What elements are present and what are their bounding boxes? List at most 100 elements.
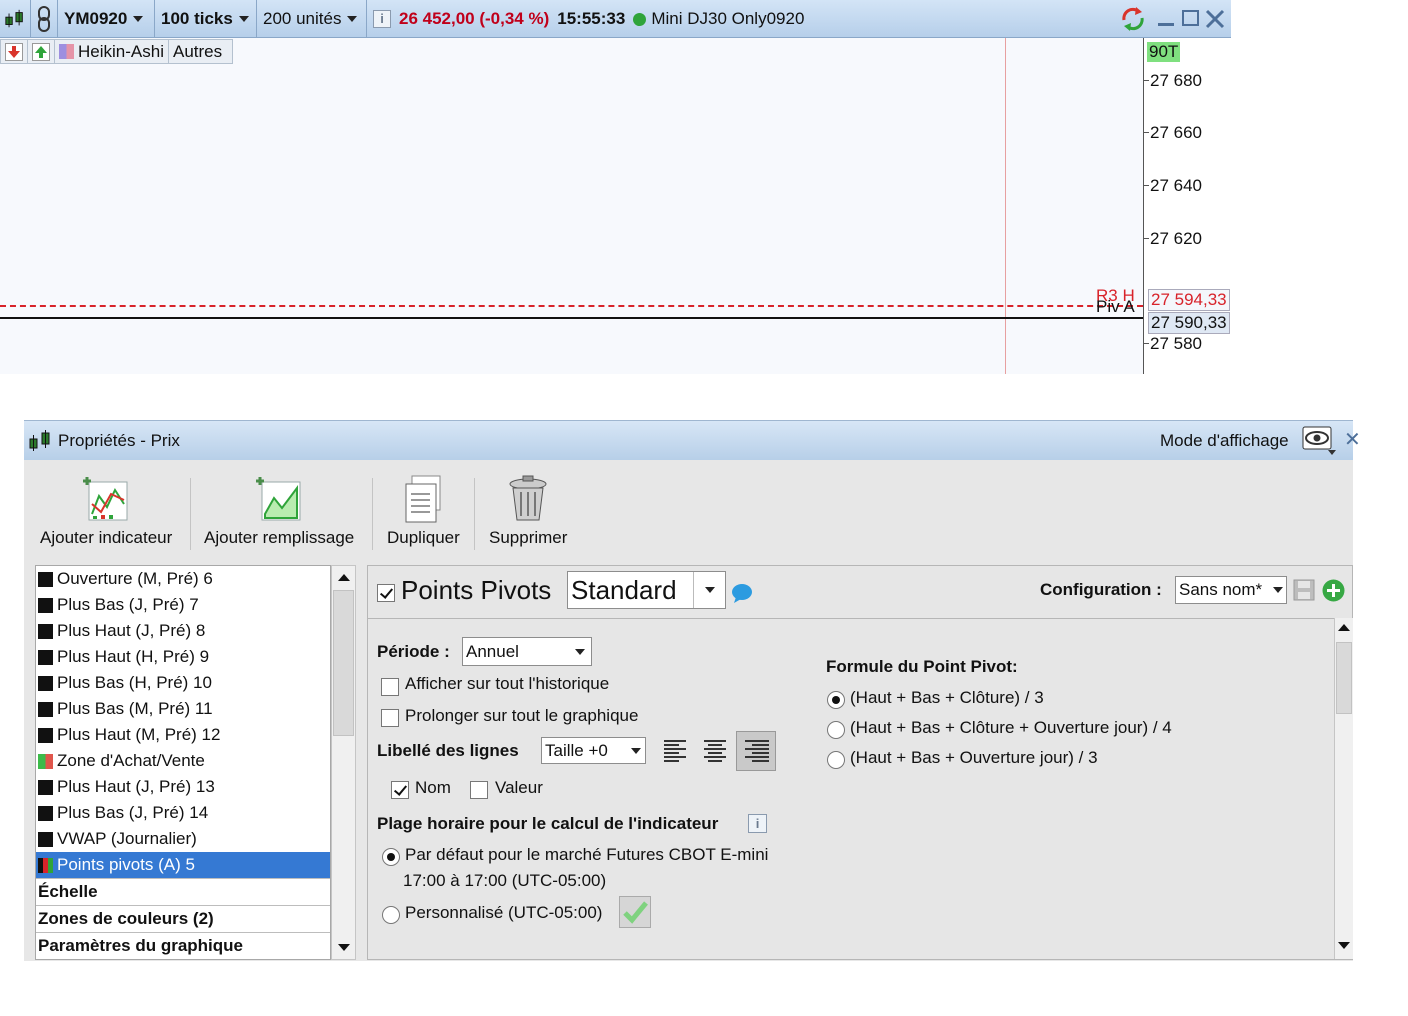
close-icon[interactable]: ✕: [1344, 427, 1361, 452]
chat-bubble-icon[interactable]: [731, 583, 753, 608]
color-swatch: [38, 805, 53, 821]
refresh-icon[interactable]: [1118, 6, 1148, 37]
custom-range-radio[interactable]: [382, 904, 400, 924]
label-size-value: Taille +0: [545, 740, 608, 760]
custom-range-label: Personnalisé (UTC-05:00): [405, 903, 603, 922]
info-icon[interactable]: i: [373, 10, 391, 28]
others-button[interactable]: Autres: [169, 40, 226, 63]
formula-radio-3[interactable]: [827, 749, 845, 769]
list-item[interactable]: Ouverture (M, Pré) 6: [36, 566, 330, 592]
axis-tick: [1144, 343, 1149, 344]
axis-tick-label: 27 660: [1150, 123, 1202, 142]
align-right-icon[interactable]: [736, 731, 776, 771]
list-item[interactable]: Plus Haut (H, Pré) 9: [36, 644, 330, 670]
settings-scrollbar[interactable]: [1334, 618, 1353, 959]
checkmark-icon[interactable]: [619, 896, 651, 928]
list-item[interactable]: Zone d'Achat/Vente: [36, 748, 330, 774]
default-range-radio[interactable]: [382, 846, 400, 866]
list-item[interactable]: Plus Bas (M, Pré) 11: [36, 696, 330, 722]
chart-type-button[interactable]: Heikin-Ashi: [55, 40, 169, 63]
extend-chart-checkbox[interactable]: [381, 707, 399, 727]
list-item[interactable]: VWAP (Journalier): [36, 826, 330, 852]
section-chart-params[interactable]: Paramètres du graphique: [36, 932, 330, 959]
list-item[interactable]: Plus Haut (M, Pré) 12: [36, 722, 330, 748]
preset-select[interactable]: Standard: [567, 571, 726, 609]
chevron-down-icon: [1270, 577, 1286, 603]
align-left-icon[interactable]: [661, 735, 691, 767]
indicator-enabled-checkbox[interactable]: [377, 582, 395, 602]
list-item[interactable]: Plus Bas (H, Pré) 10: [36, 670, 330, 696]
scroll-up-icon[interactable]: [338, 574, 350, 581]
formula-radio-1[interactable]: [827, 689, 845, 709]
list-item-label: Plus Bas (M, Pré) 11: [57, 699, 213, 718]
list-item-label: Plus Haut (M, Pré) 12: [57, 725, 221, 744]
list-scrollbar[interactable]: [331, 565, 356, 960]
period-label: Période :: [377, 642, 450, 661]
list-item[interactable]: Plus Bas (J, Pré) 14: [36, 800, 330, 826]
duplicate-button[interactable]: Dupliquer: [387, 474, 460, 548]
link-icon[interactable]: [31, 0, 58, 38]
chevron-down-icon: [347, 16, 358, 22]
price-axis[interactable]: 90T 27 680 27 660 27 640 27 620 27 594,3…: [1143, 38, 1231, 374]
period-label: 100 ticks: [161, 9, 233, 28]
chevron-down-icon: [569, 638, 591, 665]
configuration-select[interactable]: Sans nom*: [1175, 576, 1287, 604]
color-swatch: [38, 675, 53, 691]
minimize-icon[interactable]: [1158, 23, 1174, 26]
axis-tick: [1144, 238, 1149, 239]
scroll-down-icon[interactable]: [1338, 942, 1350, 949]
add-indicator-label: Ajouter indicateur: [40, 528, 173, 547]
save-icon[interactable]: [1293, 579, 1315, 606]
section-color-zones[interactable]: Zones de couleurs (2): [36, 905, 330, 932]
period-selector[interactable]: 100 ticks: [155, 0, 257, 38]
scroll-thumb[interactable]: [333, 590, 354, 736]
scroll-up-icon[interactable]: [1338, 624, 1350, 631]
value-checkbox[interactable]: [470, 779, 488, 799]
trash-icon: [509, 475, 547, 521]
candlestick-icon[interactable]: [0, 0, 31, 38]
label-size-select[interactable]: Taille +0: [541, 737, 646, 764]
section-scale[interactable]: Échelle: [36, 878, 330, 905]
chevron-down-icon: [627, 738, 645, 763]
add-fill-button[interactable]: Ajouter remplissage: [204, 474, 354, 548]
list-item-label: VWAP (Journalier): [57, 829, 197, 848]
indicator-list[interactable]: Ouverture (M, Pré) 6 Plus Bas (J, Pré) 7…: [35, 565, 331, 960]
period-select[interactable]: Annuel: [462, 637, 592, 666]
arrow-down-icon[interactable]: [1, 40, 28, 63]
configuration-label: Configuration :: [1040, 580, 1162, 599]
list-item[interactable]: Plus Haut (J, Pré) 8: [36, 618, 330, 644]
list-item-label: Plus Bas (J, Pré) 14: [57, 803, 209, 822]
show-history-checkbox[interactable]: [381, 676, 399, 696]
list-item[interactable]: Plus Bas (J, Pré) 7: [36, 592, 330, 618]
align-center-icon[interactable]: [700, 735, 730, 767]
price-chart[interactable]: R3 H Piv A: [0, 38, 1143, 374]
eye-icon[interactable]: [1302, 426, 1338, 461]
name-checkbox[interactable]: [391, 779, 409, 799]
delete-button[interactable]: Supprimer: [489, 474, 567, 548]
properties-title: Propriétés - Prix: [58, 431, 180, 450]
list-item-label: Plus Haut (H, Pré) 9: [57, 647, 210, 666]
display-mode-label[interactable]: Mode d'affichage: [1160, 431, 1289, 451]
units-selector[interactable]: 200 unités: [257, 0, 367, 38]
add-indicator-button[interactable]: Ajouter indicateur: [40, 474, 172, 548]
formula-radio-2[interactable]: [827, 719, 845, 739]
add-config-icon[interactable]: [1322, 579, 1345, 607]
list-item[interactable]: Plus Haut (J, Pré) 13: [36, 774, 330, 800]
arrow-up-icon[interactable]: [28, 40, 55, 63]
list-item-label: Plus Haut (J, Pré) 8: [57, 621, 206, 640]
duplicate-icon: [405, 475, 441, 523]
axis-tick: [1144, 185, 1149, 186]
list-item-label: Plus Haut (J, Pré) 13: [57, 777, 215, 796]
close-icon[interactable]: [1205, 6, 1225, 35]
scroll-down-icon[interactable]: [338, 944, 350, 951]
list-item-label: Plus Bas (H, Pré) 10: [57, 673, 212, 692]
list-item-selected[interactable]: Points pivots (A) 5: [36, 852, 330, 878]
add-indicator-icon: [83, 477, 128, 521]
instrument-name: Mini DJ30 Only0920: [651, 9, 805, 28]
symbol-selector[interactable]: YM0920: [58, 0, 155, 38]
scroll-thumb[interactable]: [1336, 642, 1352, 714]
list-item-label: Plus Bas (J, Pré) 7: [57, 595, 199, 614]
info-icon[interactable]: i: [748, 814, 767, 833]
maximize-icon[interactable]: [1182, 10, 1199, 26]
pivot-price-tag: 27 590,33: [1148, 312, 1230, 334]
